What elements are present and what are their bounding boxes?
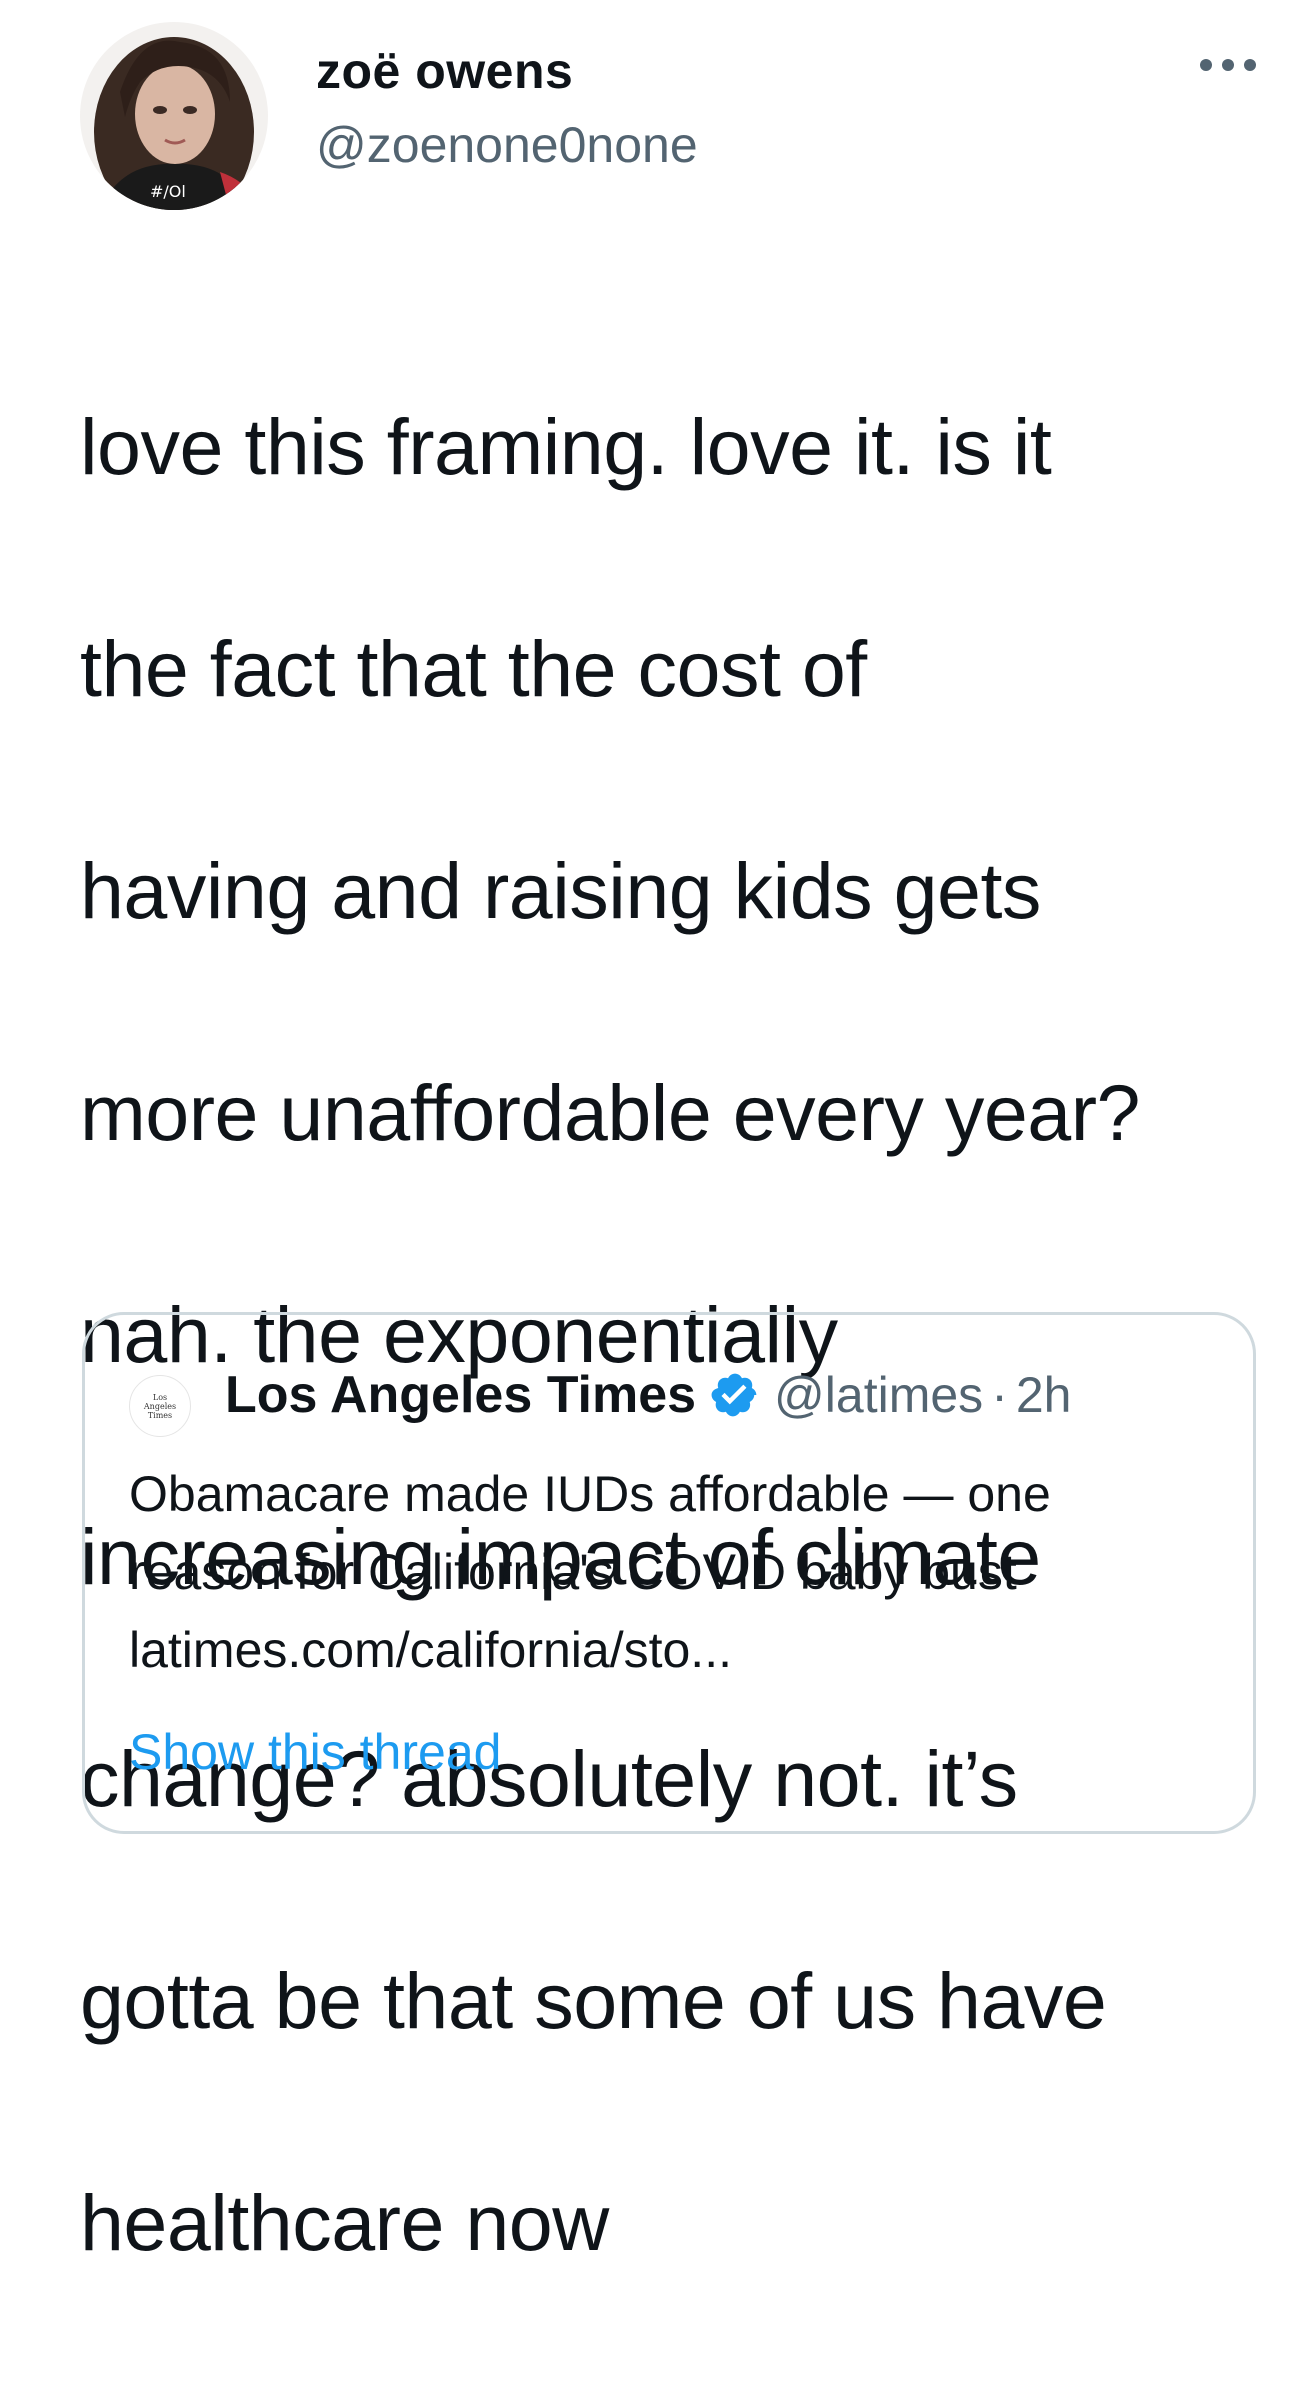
tweet-text-line: the fact that the cost of <box>80 624 867 713</box>
verified-badge-icon <box>710 1370 760 1420</box>
quoted-author-name[interactable]: Los Angeles Times <box>225 1365 696 1425</box>
tweet-text-line: having and raising kids gets <box>80 846 1041 935</box>
logo-text-line: Los <box>152 1392 168 1402</box>
separator-dot: · <box>991 1367 1008 1423</box>
show-thread-link[interactable]: Show this thread <box>129 1723 501 1781</box>
quoted-tweet-card[interactable]: Los Angeles Times Los Angeles Times @lat… <box>82 1312 1256 1834</box>
tweet: #/Ol zoë owens @zoenone0none love this f… <box>0 0 1300 2267</box>
author-name[interactable]: zoë owens <box>316 42 573 100</box>
latimes-logo: Los Angeles Times <box>129 1375 191 1437</box>
quoted-text-line: Obamacare made IUDs affordable — one <box>129 1466 1051 1522</box>
quoted-timestamp[interactable]: 2h <box>1016 1366 1072 1424</box>
logo-text-line: Angeles <box>143 1401 177 1411</box>
author-avatar[interactable]: #/Ol <box>80 22 268 210</box>
logo-text-line: Times <box>147 1410 173 1420</box>
tweet-text-line: healthcare now <box>80 2178 609 2267</box>
more-horizontal-icon <box>1200 59 1256 71</box>
quoted-link[interactable]: latimes.com/california/sto... <box>129 1611 1229 1689</box>
author-handle[interactable]: @zoenone0none <box>316 116 698 174</box>
quoted-tweet-header: Los Angeles Times @latimes · 2h <box>225 1365 1071 1425</box>
tweet-text-line: gotta be that some of us have <box>80 1956 1107 2045</box>
quoted-author-handle[interactable]: @latimes <box>774 1366 983 1424</box>
tweet-text-line: love this framing. love it. is it <box>80 402 1052 491</box>
quoted-text-line: reason for California's COVID baby bust <box>129 1544 1017 1600</box>
more-button[interactable] <box>1188 40 1268 90</box>
tweet-text-line: more unaffordable every year? <box>80 1068 1140 1157</box>
avatar-photo: #/Ol <box>80 22 268 210</box>
svg-text:#/Ol: #/Ol <box>150 182 186 201</box>
quoted-tweet-text: Obamacare made IUDs affordable — one rea… <box>129 1455 1229 1689</box>
